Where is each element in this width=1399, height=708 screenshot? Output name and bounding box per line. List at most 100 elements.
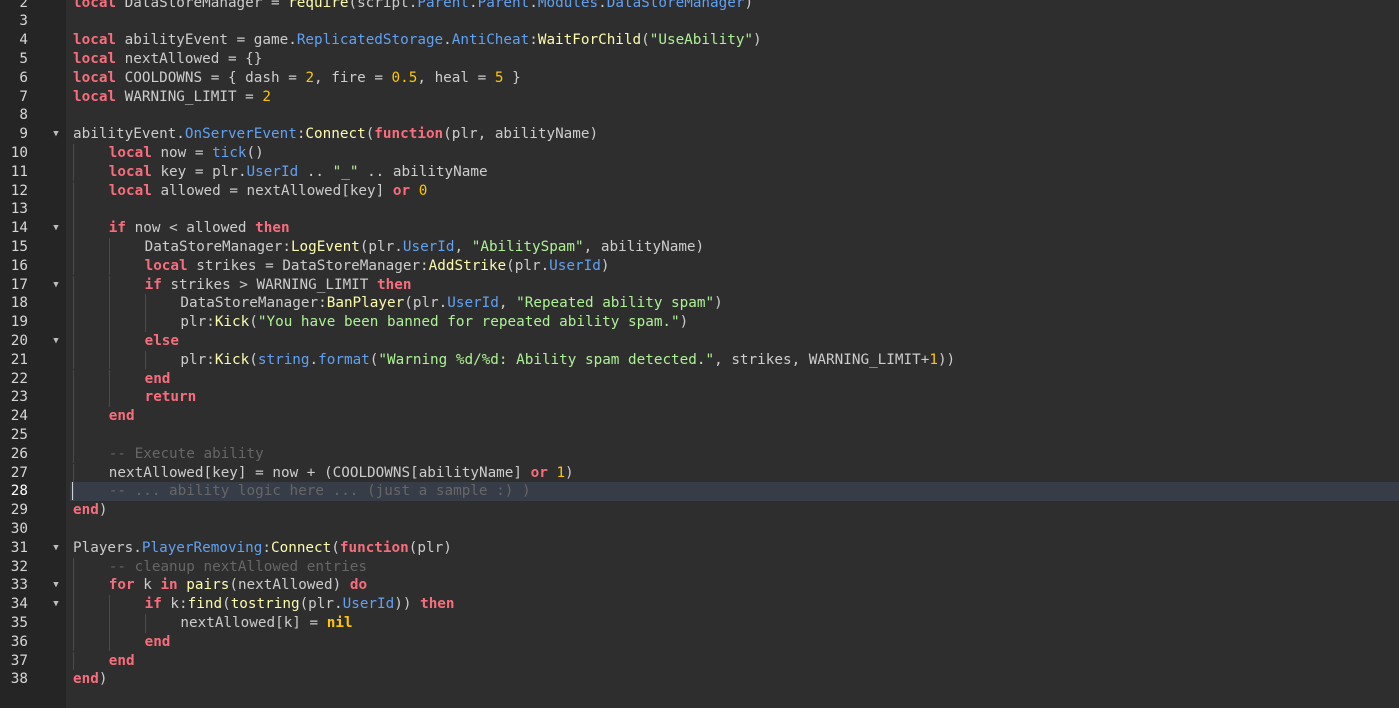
code-line[interactable]: 32 -- cleanup nextAllowed entries (0, 557, 1399, 577)
code-line[interactable]: 29 end) (0, 501, 1399, 520)
line-number: 31 (10, 539, 28, 556)
code-token: COOLDOWNS (332, 464, 411, 481)
code-line[interactable]: 22 end (0, 369, 1399, 389)
code-token: = (245, 88, 254, 105)
code-line[interactable]: 2 local DataStoreManager = require(script… (0, 0, 1399, 12)
code-line[interactable]: 23 return (0, 388, 1399, 408)
code-line[interactable]: 13 (0, 200, 1399, 220)
code-token: function (339, 539, 409, 556)
code-line[interactable]: 7 local WARNING_LIMIT = 2 (0, 88, 1399, 107)
code-text: if now < allowed then (70, 219, 1399, 238)
code-line[interactable]: 3 (0, 12, 1399, 31)
code-line[interactable]: 36 end (0, 632, 1399, 652)
code-line[interactable]: 31 ▼ Players.PlayerRemoving:Connect(functi… (0, 539, 1399, 558)
code-token: 0.5 (391, 69, 418, 86)
code-line[interactable]: 15 DataStoreManager:LogEvent(plr.UserId, … (0, 237, 1399, 257)
code-token: plr (308, 596, 334, 613)
code-line[interactable]: 34 ▼ if k:find(tostring(plr.UserId)) then (0, 595, 1399, 614)
code-token: ( (229, 577, 238, 594)
code-line[interactable]: 19 plr:Kick("You have been banned for rep… (0, 313, 1399, 332)
code-line[interactable]: 12 local allowed = nextAllowed[key] or 0 (0, 181, 1399, 201)
code-token: "Warning %d/%d: Ability spam detected." (378, 351, 715, 368)
code-line[interactable]: 38 end) (0, 670, 1399, 689)
code-token: , (454, 238, 464, 255)
code-text: local WARNING_LIMIT = 2 (70, 88, 1399, 107)
fold-arrow-icon[interactable]: ▼ (51, 219, 61, 238)
code-token: then (420, 596, 455, 613)
code-token: : (206, 351, 215, 368)
code-token: else (144, 332, 180, 349)
indent-guide (108, 595, 110, 614)
code-line[interactable]: 25 (0, 425, 1399, 445)
code-line[interactable]: 4 local abilityEvent = game.ReplicatedSto… (0, 31, 1399, 50)
code-token: allowed (177, 220, 256, 237)
code-token: ( (641, 32, 650, 49)
code-line[interactable]: 28 -- ... ability logic here ... (just a … (0, 482, 1399, 502)
code-line[interactable]: 8 (0, 106, 1399, 125)
code-token: nextAllowed (180, 614, 276, 631)
code-line[interactable]: 30 (0, 520, 1399, 539)
code-token: = (309, 614, 319, 631)
code-token: return (144, 389, 197, 406)
code-token: "Repeated ability spam" (516, 295, 715, 312)
code-line[interactable]: 10 local now = tick() (0, 143, 1399, 163)
code-line[interactable]: 11 local key = plr.UserId .. "_" .. abili… (0, 162, 1399, 182)
code-line[interactable]: 6 local COOLDOWNS = { dash = 2, fire = 0.… (0, 69, 1399, 88)
code-token: WARNING_LIMIT (247, 276, 378, 293)
line-number: 35 (10, 614, 28, 631)
code-line[interactable]: 26 -- Execute ability (0, 444, 1399, 464)
code-token: DataStoreManager (180, 295, 319, 312)
code-token: then (377, 276, 412, 293)
code-line[interactable]: 27 nextAllowed[key] = now + (COOLDOWNS[ab… (0, 463, 1399, 483)
code-token: . (598, 0, 607, 11)
fold-arrow-icon[interactable]: ▼ (51, 276, 61, 295)
fold-arrow-icon[interactable]: ▼ (51, 576, 61, 595)
code-text: plr:Kick(string.format("Warning %d/%d: A… (70, 351, 1399, 370)
indent-guide (73, 463, 74, 483)
code-token: Parent (417, 0, 469, 11)
code-token: strikes (161, 276, 240, 293)
fold-arrow-icon[interactable]: ▼ (51, 332, 61, 351)
code-line[interactable]: 24 end (0, 407, 1399, 426)
code-line[interactable]: 35 nextAllowed[k] = nil (0, 613, 1399, 633)
code-line[interactable]: 5 local nextAllowed = {} (0, 50, 1399, 69)
line-number: 29 (10, 502, 28, 519)
code-token: abilityName (384, 163, 488, 180)
code-line[interactable]: 9 ▼ abilityEvent.OnServerEvent:Connect(fun… (0, 125, 1399, 144)
code-token: ) (695, 238, 705, 255)
code-line[interactable]: 37 end (0, 651, 1399, 671)
code-token: k (283, 614, 293, 631)
code-line[interactable]: 33 ▼ for k in pairs(nextAllowed) do (0, 576, 1399, 596)
code-token: , (791, 351, 801, 368)
code-token: = (194, 163, 204, 180)
code-token: 0 (418, 182, 428, 199)
script-editor[interactable]: 2 local DataStoreManager = require(script… (0, 0, 1399, 708)
code-line[interactable]: 17 ▼ if strikes > WARNING_LIMIT then (0, 275, 1399, 295)
code-token: ] (292, 614, 301, 631)
indent-guide (144, 313, 146, 332)
code-token: 2 (305, 69, 315, 86)
code-token: plr (180, 351, 207, 368)
code-token: abilityName (486, 126, 590, 143)
code-line[interactable]: 18 DataStoreManager:BanPlayer(plr.UserId,… (0, 294, 1399, 314)
code-token: : (262, 539, 271, 556)
code-token: 1 (929, 351, 938, 368)
code-text: -- Execute ability (70, 445, 1399, 464)
code-text: end) (70, 670, 1399, 689)
code-token: ( (249, 351, 258, 368)
fold-arrow-icon[interactable]: ▼ (51, 125, 61, 144)
code-line[interactable]: 20 ▼ else (0, 331, 1399, 351)
code-line[interactable]: 16 local strikes = DataStoreManager:AddSt… (0, 256, 1399, 276)
code-token: plr (412, 295, 439, 312)
code-token: ) (332, 577, 342, 594)
fold-arrow-icon[interactable]: ▼ (51, 595, 61, 614)
indent-guide (73, 595, 74, 614)
fold-arrow-icon[interactable]: ▼ (51, 539, 61, 558)
code-line[interactable]: 14 ▼ if now < allowed then (0, 219, 1399, 238)
code-line[interactable]: 21 plr:Kick(string.format("Warning %d/%d:… (0, 350, 1399, 370)
code-token: WARNING_LIMIT (800, 351, 921, 368)
